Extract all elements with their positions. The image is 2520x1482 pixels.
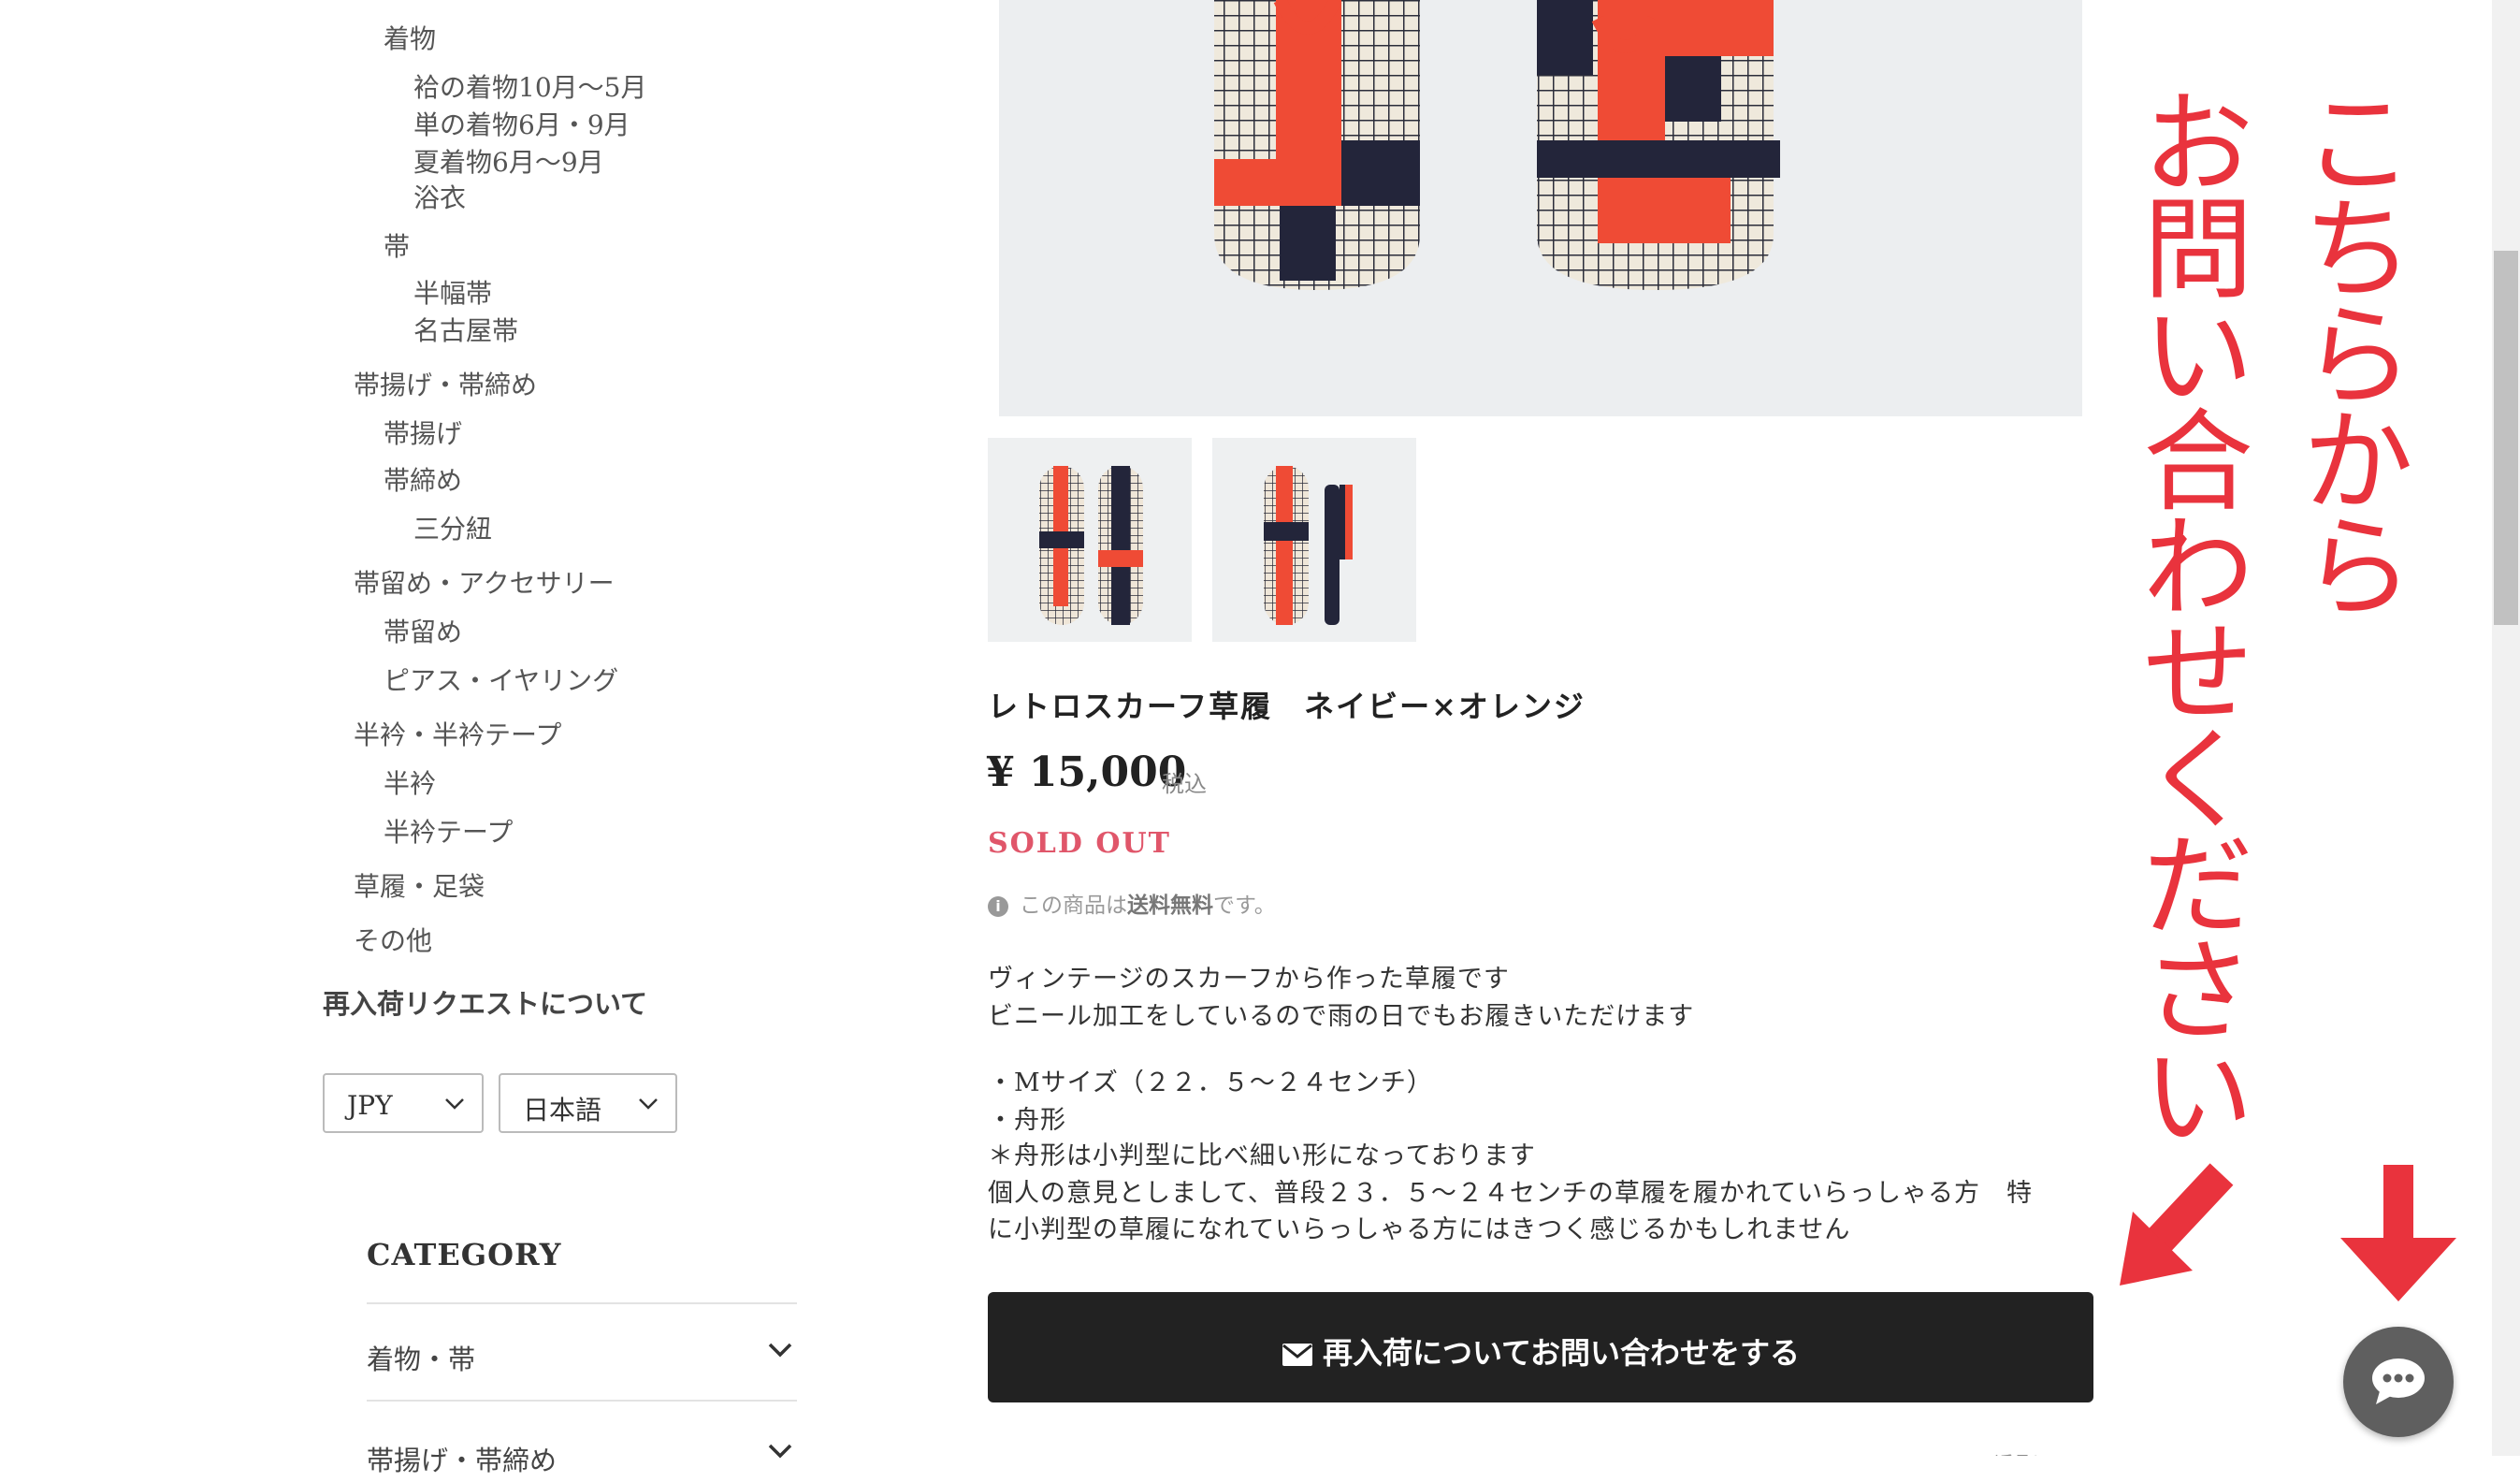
scrollbar-thumb[interactable] <box>2494 251 2518 625</box>
nav-item[interactable]: 帯締め <box>384 468 462 494</box>
shipping-note: i この商品は送料無料です。 <box>988 887 1276 919</box>
overlay-char: 問 <box>2142 185 2253 315</box>
chevron-down-icon <box>639 1098 658 1110</box>
overlay-text-kochirakara: こちらから <box>2297 80 2419 633</box>
nav-item[interactable]: 帯 <box>384 234 410 260</box>
description-line: ・Mサイズ（２２．５〜２４センチ） <box>988 1068 1433 1097</box>
divider <box>367 1302 797 1304</box>
product-thumbnail-2[interactable] <box>1212 438 1416 642</box>
info-icon: i <box>988 896 1008 917</box>
nav-item[interactable]: その他 <box>354 928 432 954</box>
arrow-down-icon <box>2340 1165 2456 1301</box>
currency-select[interactable]: JPY <box>323 1073 484 1133</box>
language-select[interactable]: 日本語 <box>499 1073 677 1133</box>
product-title: レトロスカーフ草履 ネイビー×オレンジ <box>988 689 1586 724</box>
nav-item[interactable]: 帯揚げ・帯締め <box>354 372 537 399</box>
tax-label: 税込 <box>1162 771 1207 797</box>
product-main-image[interactable] <box>999 0 2082 416</box>
nav-item[interactable]: 帯留め・アクセサリー <box>354 571 615 597</box>
description-line: ヴィンテージのスカーフから作った草履です <box>988 965 1510 994</box>
description-line: 個人の意見としまして、普段２３．５〜２４センチの草履を履かれていらっしゃる方 特 <box>988 1179 2034 1208</box>
shipping-free: 送料無料 <box>1127 893 1213 918</box>
overlay-char: だ <box>2142 821 2253 951</box>
nav-item[interactable]: 着物 <box>384 26 436 52</box>
category-title: CATEGORY <box>367 1237 562 1272</box>
nav-item[interactable]: 半衿・半衿テープ <box>354 722 561 748</box>
restock-inquiry-button[interactable]: 再入荷についてお問い合わせをする <box>988 1292 2093 1402</box>
chat-button[interactable] <box>2343 1327 2454 1437</box>
overlay-char: さ <box>2142 927 2253 1057</box>
category-label: 着物・帯 <box>367 1344 476 1375</box>
overlay-char: ら <box>2302 503 2413 633</box>
chevron-down-icon <box>768 1343 792 1358</box>
overlay-char: か <box>2302 397 2413 527</box>
chat-bubble-icon <box>2372 1358 2425 1404</box>
overlay-char: 合 <box>2142 397 2253 527</box>
divider <box>367 1400 797 1402</box>
nav-item[interactable]: 帯留め <box>384 619 462 646</box>
nav-item[interactable]: 草履・足袋 <box>354 874 485 900</box>
scrollbar-track[interactable] <box>2492 0 2520 1456</box>
category-accordion-obiage[interactable]: 帯揚げ・帯締め <box>367 1426 797 1482</box>
nav-item[interactable]: ピアス・イヤリング <box>384 668 618 694</box>
chevron-down-icon <box>768 1444 792 1459</box>
description-line: ビニール加工をしているので雨の日でもお履きいただけます <box>988 1002 1695 1031</box>
product-price: ¥ 15,000 <box>986 748 1187 796</box>
overlay-text-otoiawase: お問い合わせください <box>2137 80 2259 1163</box>
language-select-value: 日本語 <box>523 1095 602 1126</box>
nav-item[interactable]: 浴衣 <box>413 185 466 211</box>
overlay-char: こ <box>2302 80 2413 209</box>
nav-item[interactable]: 名古屋帯 <box>413 318 518 344</box>
overlay-char: わ <box>2142 503 2253 633</box>
description-line: ・舟形 <box>988 1106 1066 1135</box>
overlay-char: い <box>2142 1033 2253 1163</box>
sidebar: 着物袷の着物10月〜5月 単の着物6月・9月 夏着物6月〜9月 浴衣帯半幅帯名古屋帯帯… <box>0 0 823 1476</box>
overlay-char: せ <box>2142 609 2253 739</box>
restock-request-link[interactable]: 再入荷リクエストについて <box>323 982 647 1022</box>
product-thumbnail-1[interactable] <box>988 438 1192 642</box>
nav-item[interactable]: 単の着物6月・9月 <box>413 112 630 138</box>
envelope-icon <box>1282 1344 1312 1366</box>
overlay-char: ち <box>2302 185 2413 315</box>
description-line: ＊舟形は小判型に比べ細い形になっております <box>988 1141 1536 1170</box>
description-line: に小判型の草履になれていらっしゃる方にはきつく感じるかもしれません <box>988 1215 1851 1244</box>
restock-inquiry-label: 再入荷についてお問い合わせをする <box>1322 1335 1801 1371</box>
nav-item[interactable]: 帯揚げ <box>384 421 462 447</box>
shipping-text-post: です。 <box>1213 894 1276 918</box>
nav-item[interactable]: 半幅帯 <box>413 281 492 307</box>
sold-out-badge: SOLD OUT <box>988 827 1171 860</box>
nav-item[interactable]: 夏着物6月〜9月 <box>413 150 604 176</box>
category-accordion-kimono[interactable]: 着物・帯 <box>367 1325 797 1381</box>
overlay-char: ら <box>2302 291 2413 421</box>
overlay-char: い <box>2142 291 2253 421</box>
chevron-down-icon <box>445 1098 464 1110</box>
arrow-down-left-icon <box>2120 1163 2234 1286</box>
nav-item[interactable]: 半衿テープ <box>384 820 513 846</box>
category-label: 帯揚げ・帯締め <box>367 1445 558 1476</box>
currency-select-value: JPY <box>347 1090 393 1121</box>
nav-item[interactable]: 半衿 <box>384 771 436 797</box>
shipping-text-pre: この商品は <box>1020 894 1127 918</box>
nav-item[interactable]: 三分紐 <box>413 516 492 543</box>
overlay-char: く <box>2142 715 2253 845</box>
overlay-char: お <box>2142 80 2253 209</box>
nav-item[interactable]: 袷の着物10月〜5月 <box>413 75 646 101</box>
returns-link[interactable]: 返品について <box>1994 1448 2106 1456</box>
